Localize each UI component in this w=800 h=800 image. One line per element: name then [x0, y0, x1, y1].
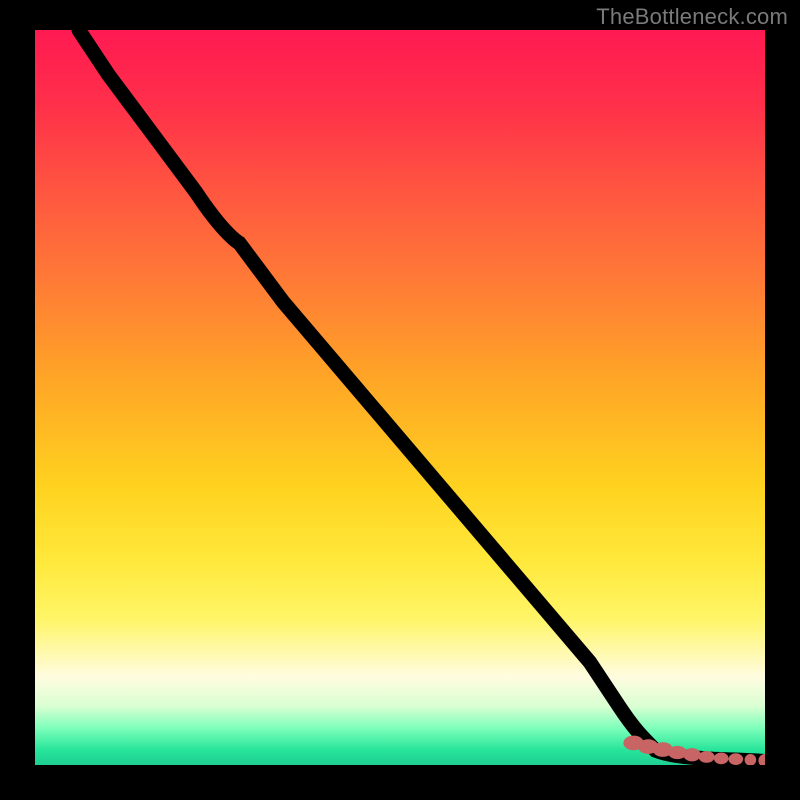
- chart-svg: [35, 30, 765, 765]
- bottom-markers: [623, 736, 765, 765]
- plot-area: [35, 30, 765, 765]
- watermark-text: TheBottleneck.com: [596, 4, 788, 30]
- main-curve: [79, 30, 765, 761]
- chart-frame: TheBottleneck.com: [0, 0, 800, 800]
